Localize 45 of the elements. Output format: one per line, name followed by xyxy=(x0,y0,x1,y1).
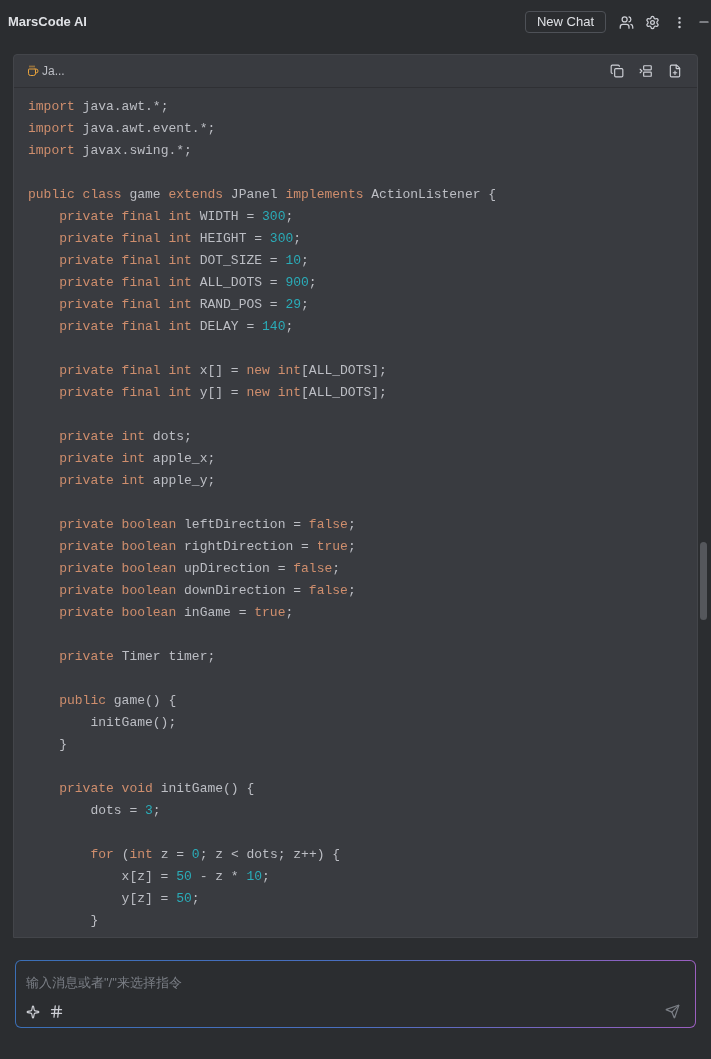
coffee-icon xyxy=(27,65,39,77)
code-line: for (int z = 0; z < dots; z++) { xyxy=(89,846,341,864)
code-line: } xyxy=(58,736,67,754)
settings-icon[interactable] xyxy=(645,14,660,30)
code-line: private void initGame() { xyxy=(58,780,255,798)
code-line: y[z] = 50; xyxy=(120,890,200,908)
insert-icon[interactable] xyxy=(639,64,653,78)
code-line: private Timer timer; xyxy=(58,648,216,666)
code-line: private final int y[] = new int[ALL_DOTS]; xyxy=(58,384,387,402)
code-line: private boolean downDirection = false; xyxy=(58,582,356,600)
code-line: private int apple_y; xyxy=(58,472,216,490)
code-line: private final int DELAY = 140; xyxy=(58,318,294,336)
code-line: } xyxy=(89,912,99,930)
code-line: public class game extends JPanel implements ActionListener { xyxy=(28,186,497,204)
sparkle-icon[interactable] xyxy=(26,1004,40,1019)
panel-title: MarsCode AI xyxy=(8,13,87,32)
code-line: private boolean leftDirection = false; xyxy=(58,516,356,534)
language-label: Ja... xyxy=(42,63,65,80)
users-icon[interactable] xyxy=(619,14,634,30)
hash-icon[interactable] xyxy=(49,1004,64,1019)
message-field[interactable]: 输入消息或者"/"来选择指令 xyxy=(15,960,696,1028)
copy-icon[interactable] xyxy=(610,64,624,78)
code-line: import java.awt.event.*; xyxy=(28,120,216,138)
send-icon[interactable] xyxy=(665,1004,680,1019)
code-line: dots = 3; xyxy=(89,802,161,820)
code-line: private boolean upDirection = false; xyxy=(58,560,341,578)
code-line: import javax.swing.*; xyxy=(28,142,192,160)
code-line: private boolean inGame = true; xyxy=(58,604,294,622)
code-line: public game() { xyxy=(58,692,177,710)
code-line: private final int WIDTH = 300; xyxy=(58,208,294,226)
new-chat-button[interactable]: New Chat xyxy=(524,11,606,33)
code-line: private final int x[] = new int[ALL_DOTS]; xyxy=(58,362,387,380)
code-line: initGame(); xyxy=(89,714,177,732)
scrollbar-thumb[interactable] xyxy=(700,542,707,620)
code-line: private final int HEIGHT = 300; xyxy=(58,230,302,248)
new-file-icon[interactable] xyxy=(668,64,682,78)
code-line: private int apple_x; xyxy=(58,450,216,468)
message-input[interactable]: 输入消息或者"/"来选择指令 xyxy=(26,973,685,993)
code-line: x[z] = 50 - z * 10; xyxy=(120,868,270,886)
code-line: private final int DOT_SIZE = 10; xyxy=(58,252,309,270)
code-line: private int dots; xyxy=(58,428,192,446)
code-line: private final int RAND_POS = 29; xyxy=(58,296,309,314)
code-line: private final int ALL_DOTS = 900; xyxy=(58,274,317,292)
code-line: private boolean rightDirection = true; xyxy=(58,538,356,556)
code-line: import java.awt.*; xyxy=(28,98,169,116)
